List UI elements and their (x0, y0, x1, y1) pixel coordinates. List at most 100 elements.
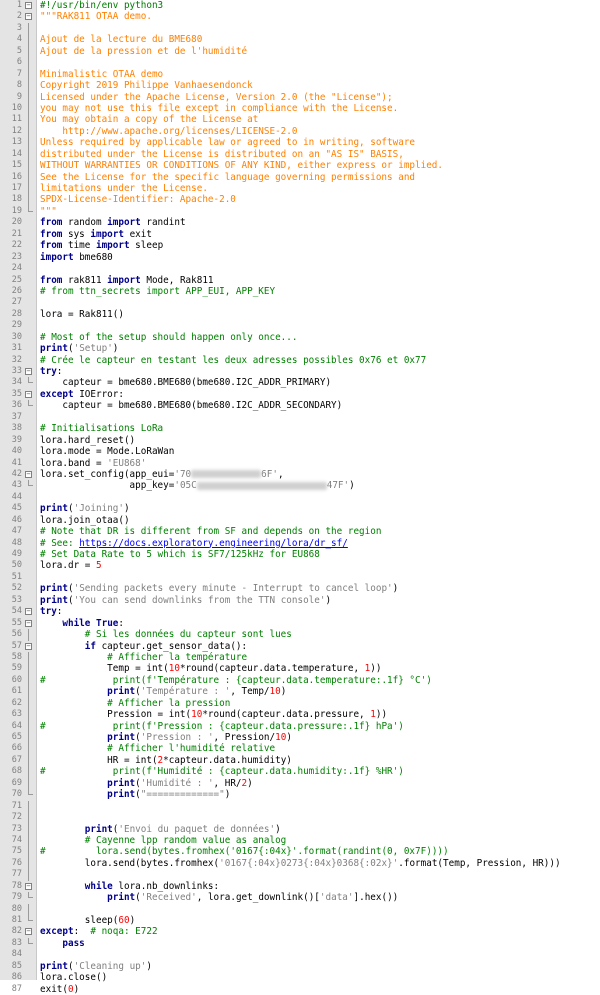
code-text[interactable]: print('Joining') (40, 503, 130, 514)
code-text[interactable]: limitations under the License. (40, 183, 208, 194)
code-line[interactable]: 81 sleep(60) (0, 915, 600, 926)
code-line[interactable]: 10 you may not use this file except in co… (0, 102, 600, 115)
code-line[interactable]: 25 from rak811 import Mode, Rak811 (0, 275, 600, 286)
code-editor[interactable]: 1− #!/usr/bin/env python3 2− """RAK811 OTAA… (0, 0, 600, 995)
code-line[interactable]: 36 capteur = bme680.BME680(bme680.I2C_AD… (0, 400, 600, 411)
code-line[interactable]: 49 # Set Data Rate to 5 which is SF7/125k… (0, 549, 600, 560)
code-text[interactable]: """RAK811 OTAA demo. (40, 11, 152, 22)
code-line[interactable]: 24 (0, 263, 600, 274)
code-line[interactable]: 47 # Note that DR is different from SF an… (0, 526, 600, 537)
code-line[interactable]: 4 Ajout de la lecture du BME680 (0, 34, 600, 46)
fold-toggle-icon[interactable]: − (25, 390, 32, 398)
code-line[interactable]: 34 capteur = bme680.BME680(bme680.I2C_AD… (0, 377, 600, 388)
code-text[interactable]: You may obtain a copy of the License at (40, 114, 258, 125)
code-line[interactable]: 35− except IOError: (0, 389, 600, 400)
code-line[interactable]: 60 # print(f'Température : {capteur.data.… (0, 674, 600, 687)
code-text[interactable]: print('Received', lora.get_downlink()['d… (40, 892, 398, 903)
code-line[interactable]: 18 SPDX-License-Identifier: Apache-2.0 (0, 194, 600, 206)
code-line[interactable]: 20 from random import randint (0, 217, 600, 228)
code-line[interactable]: 65 print('Pression : ', Pression/10) (0, 732, 600, 744)
code-line[interactable]: 33− try: (0, 366, 600, 377)
code-line[interactable]: 29 (0, 320, 600, 331)
fold-toggle-icon[interactable]: − (25, 642, 32, 650)
code-line[interactable]: 69 print('Humidité : ', HR/2) (0, 777, 600, 790)
code-text[interactable]: # Most of the setup should happen only o… (40, 332, 297, 343)
code-text[interactable]: # Si les données du capteur sont lues (40, 629, 292, 640)
code-line[interactable]: 53 print('You can send downlinks from the… (0, 595, 600, 606)
code-text[interactable]: lora.close() (40, 972, 107, 983)
code-line[interactable]: 63 Pression = int(10*round(capteur.data.… (0, 709, 600, 721)
code-text[interactable]: HR = int(2*capteur.data.humidity) (40, 755, 292, 766)
code-text[interactable]: # print(f'Température : {capteur.data.te… (40, 675, 432, 686)
code-line[interactable]: 45 print('Joining') (0, 503, 600, 514)
code-line[interactable]: 77 (0, 869, 600, 881)
code-text[interactable]: Unless required by applicable law or agr… (40, 137, 415, 148)
code-line[interactable]: 82− except: # noqa: E722 (0, 926, 600, 937)
code-text[interactable]: # print(f'Humidité : {capteur.data.humid… (40, 766, 404, 777)
code-line[interactable]: 14 distributed under the License is distr… (0, 148, 600, 161)
code-text[interactable]: from time import sleep (40, 240, 163, 251)
code-line[interactable]: 87 exit(0) (0, 984, 600, 995)
code-line[interactable]: 79 print('Received', lora.get_downlink()… (0, 892, 600, 903)
code-line[interactable]: 54− try: (0, 606, 600, 617)
code-line[interactable]: 57− if capteur.get_sensor_data(): (0, 641, 600, 652)
code-text[interactable]: print('Humidité : ', HR/2) (40, 778, 253, 789)
code-line[interactable]: 50 lora.dr = 5 (0, 560, 600, 571)
code-line[interactable]: 37 (0, 412, 600, 423)
code-text[interactable]: print('Envoi du paquet de données') (40, 824, 281, 835)
code-text[interactable]: lora.join_otaa() (40, 515, 130, 526)
code-text[interactable]: # See: https://docs.exploratory.engineer… (40, 538, 348, 549)
code-line[interactable]: 3 (0, 22, 600, 35)
code-line[interactable]: 59 Temp = int(10*round(capteur.data.temp… (0, 663, 600, 675)
code-line[interactable]: 48 # See: https://docs.exploratory.engine… (0, 538, 600, 549)
code-line[interactable]: 26 # from ttn_secrets import APP_EUI, APP… (0, 286, 600, 297)
code-line[interactable]: 80 (0, 903, 600, 915)
code-text[interactable]: lora.hard_reset() (40, 435, 135, 446)
code-line[interactable]: 71 (0, 800, 600, 813)
code-line[interactable]: 83 pass (0, 937, 600, 949)
code-line[interactable]: 6 (0, 57, 600, 69)
code-text[interactable]: try: (40, 606, 62, 617)
code-text[interactable]: sleep(60) (40, 915, 135, 926)
code-text[interactable]: # lora.send(bytes.fromhex('0167{:04x}'.f… (40, 846, 449, 857)
code-line[interactable]: 17 limitations under the License. (0, 183, 600, 195)
code-text[interactable]: # Note that DR is different from SF and … (40, 526, 381, 537)
code-text[interactable]: # Afficher la température (40, 652, 247, 663)
code-text[interactable]: lora.send(bytes.fromhex('0167{:04x}0273{… (40, 858, 561, 869)
code-line[interactable]: 28 lora = Rak811() (0, 309, 600, 320)
code-line[interactable]: 42− lora.set_config(app_eui='70 6F', (0, 469, 600, 480)
code-line[interactable]: 62 # Afficher la pression (0, 697, 600, 710)
fold-toggle-icon[interactable]: − (25, 2, 32, 9)
code-text[interactable]: exit(0) (40, 984, 79, 995)
code-line[interactable]: 1− #!/usr/bin/env python3 (0, 0, 600, 11)
code-line[interactable]: 46 lora.join_otaa() (0, 515, 600, 526)
code-text[interactable]: print('Sending packets every minute - In… (40, 583, 398, 594)
code-line[interactable]: 16 See the License for the specific langu… (0, 171, 600, 183)
code-text[interactable]: print('Pression : ', Pression/10) (40, 732, 292, 743)
code-text[interactable]: lora.set_config(app_eui='70 6F', (40, 469, 284, 480)
code-text[interactable]: print('Température : ', Temp/10) (40, 686, 286, 697)
code-line[interactable]: 5 Ajout de la pression et de l'humidité (0, 45, 600, 58)
code-text[interactable]: from sys import exit (40, 229, 152, 240)
fold-toggle-icon[interactable]: − (25, 608, 32, 616)
code-text[interactable]: Pression = int(10*round(capteur.data.pre… (40, 709, 387, 720)
code-text[interactable]: print("=============") (40, 789, 230, 800)
code-line[interactable]: 11 You may obtain a copy of the License a… (0, 114, 600, 126)
code-text[interactable]: #!/usr/bin/env python3 (40, 0, 163, 11)
code-line[interactable]: 8 Copyright 2019 Philippe Vanhaesendonck (0, 80, 600, 92)
code-line[interactable]: 85 print('Cleaning up') (0, 961, 600, 972)
code-text[interactable]: you may not use this file except in comp… (40, 103, 398, 114)
code-line[interactable]: 56 # Si les données du capteur sont lues (0, 629, 600, 641)
code-text[interactable]: except IOError: (40, 389, 124, 400)
code-line[interactable]: 40 lora.mode = Mode.LoRaWan (0, 446, 600, 457)
code-lines[interactable]: 1− #!/usr/bin/env python3 2− """RAK811 OTAA… (0, 0, 600, 995)
code-line[interactable]: 84 (0, 949, 600, 960)
code-line[interactable]: 43 app_key='05C 47F') (0, 480, 600, 491)
code-text[interactable]: while lora.nb_downlinks: (40, 881, 219, 892)
code-line[interactable]: 70 print("=============") (0, 789, 600, 800)
code-text[interactable]: # Cayenne lpp random value as analog (40, 835, 287, 846)
code-line[interactable]: 74 # Cayenne lpp random value as analog (0, 834, 600, 847)
code-line[interactable]: 55− while True: (0, 618, 600, 629)
code-line[interactable]: 12 http://www.apache.org/licenses/LICENS… (0, 125, 600, 138)
code-text[interactable]: Copyright 2019 Philippe Vanhaesendonck (40, 80, 253, 91)
